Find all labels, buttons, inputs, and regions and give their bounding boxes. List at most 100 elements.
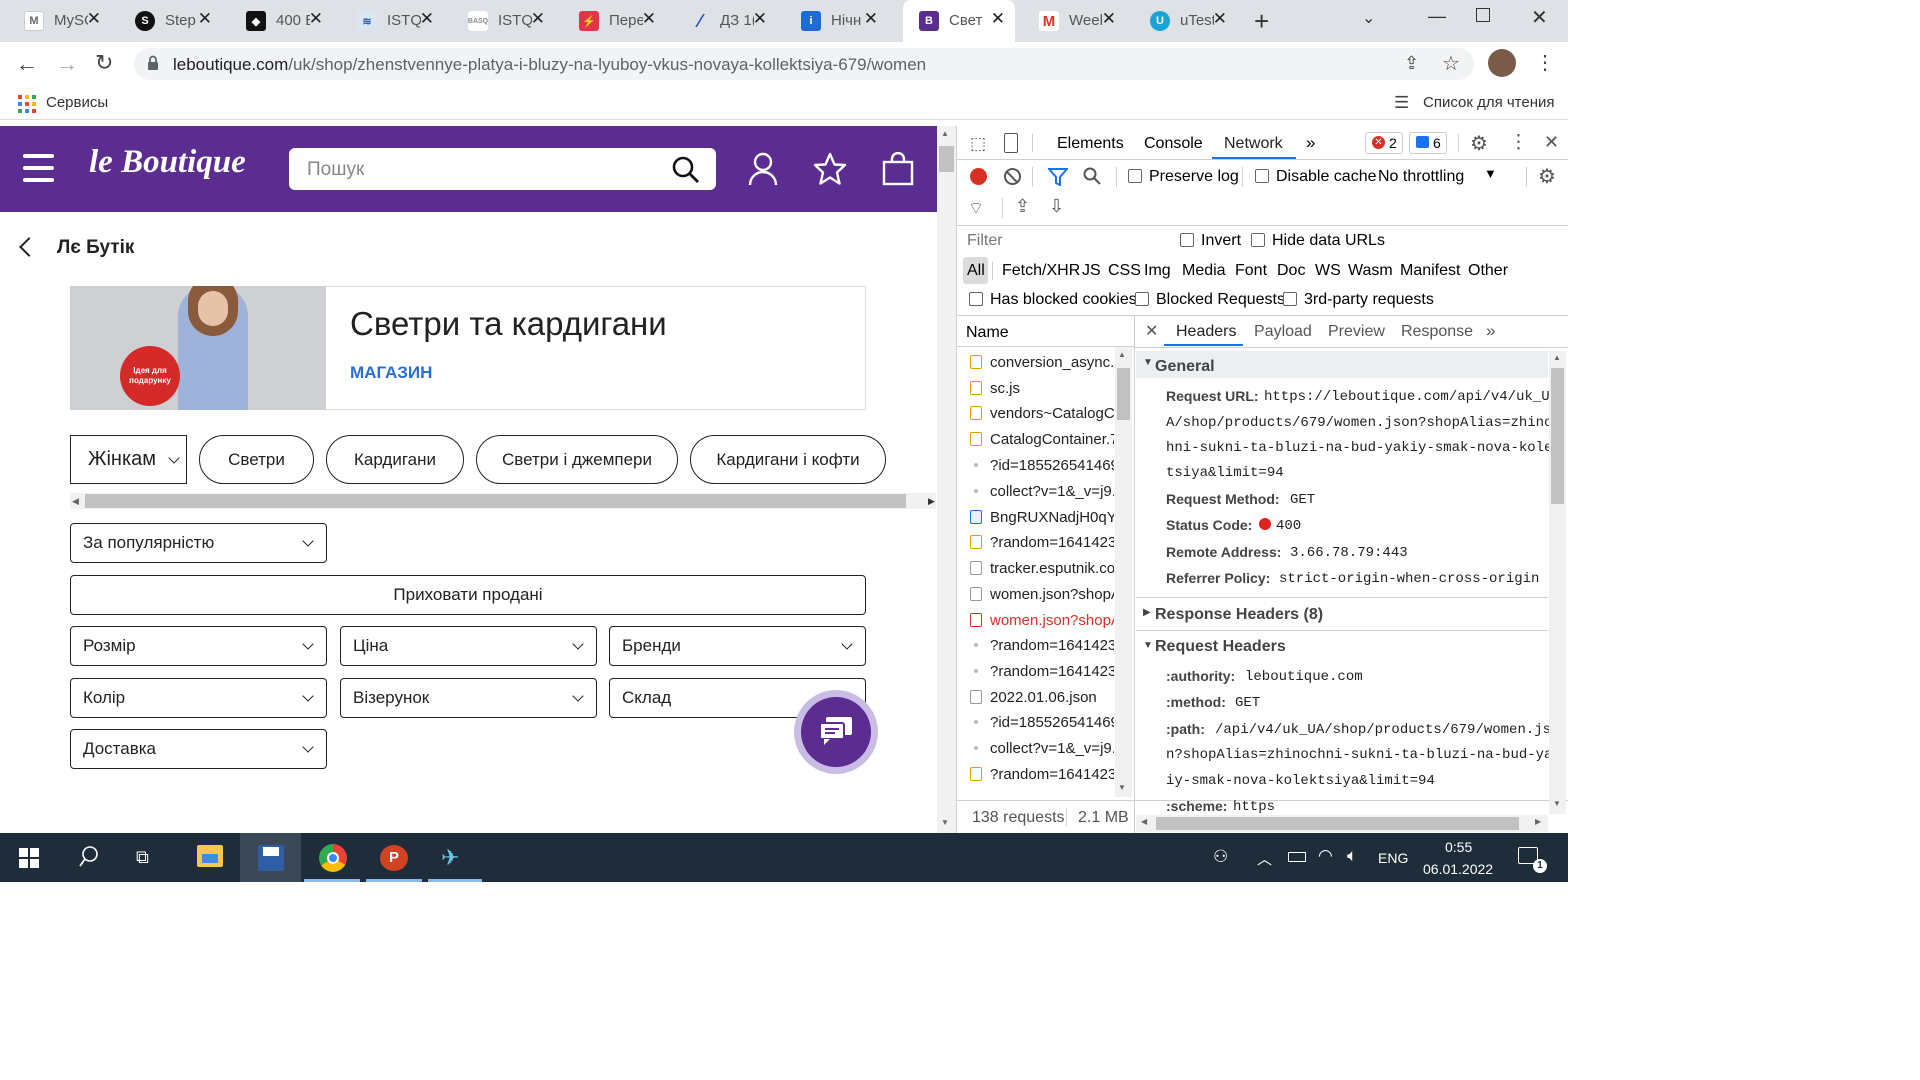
request-headers-section[interactable]: Request Headers [1155, 638, 1286, 656]
share-icon[interactable]: ⇪ [1404, 53, 1419, 74]
scroll-up-icon[interactable]: ▲ [1553, 353, 1561, 362]
reload-icon[interactable]: ↻ [95, 50, 113, 76]
export-har-icon[interactable]: ⇩ [1049, 196, 1064, 217]
close-icon[interactable]: ✕ [198, 9, 212, 29]
search-network-icon[interactable] [1083, 167, 1101, 190]
request-row[interactable]: collect?v=1&_v=j9. [990, 483, 1114, 500]
filter-color[interactable]: Колір [70, 678, 327, 718]
scroll-up-icon[interactable]: ▲ [1118, 350, 1126, 359]
scroll-right-icon[interactable]: ▶ [928, 496, 935, 507]
inspect-element-icon[interactable]: ⬚ [970, 134, 986, 154]
type-filter-doc[interactable]: Doc [1277, 262, 1305, 280]
device-toolbar-icon[interactable] [1004, 133, 1018, 153]
type-filter-font[interactable]: Font [1235, 262, 1267, 280]
close-icon[interactable]: ✕ [642, 9, 656, 29]
site-logo[interactable]: le Boutique [89, 144, 246, 181]
back-icon[interactable]: ← [16, 51, 38, 77]
invert-checkbox[interactable] [1180, 233, 1194, 247]
browser-tab-10[interactable]: M Weel ✕ [1015, 0, 1126, 42]
close-icon[interactable]: ✕ [1213, 9, 1227, 29]
third-party-checkbox[interactable] [1283, 292, 1297, 306]
new-tab-icon[interactable]: + [1254, 6, 1269, 37]
close-devtools-icon[interactable]: ✕ [1544, 132, 1559, 153]
type-filter-css[interactable]: CSS [1108, 262, 1141, 280]
network-conditions-icon[interactable]: ⌔ [968, 198, 984, 219]
filter-brands[interactable]: Бренди [609, 626, 866, 666]
filter-pattern[interactable]: Візерунок [340, 678, 597, 718]
detail-scroll-thumb[interactable] [1551, 368, 1564, 504]
shop-link[interactable]: МАГАЗИН [350, 363, 432, 383]
browser-tab-7[interactable]: ⁄ ДЗ 1( ✕ [666, 0, 777, 42]
hide-data-urls-checkbox[interactable] [1251, 233, 1265, 247]
bookmark-star-icon[interactable]: ☆ [1442, 51, 1460, 76]
devtools-menu-icon[interactable]: ⋮ [1509, 131, 1528, 154]
tab-elements[interactable]: Elements [1057, 135, 1124, 153]
request-row[interactable]: collect?v=1&_v=j9. [990, 740, 1114, 757]
request-row[interactable]: conversion_async.js [990, 354, 1114, 371]
scroll-down-icon[interactable]: ▼ [941, 818, 949, 827]
sort-select[interactable]: За популярністю [70, 523, 327, 563]
page-scrollbar[interactable] [937, 126, 957, 833]
user-icon[interactable] [748, 152, 778, 191]
messages-badge[interactable]: 6 [1409, 132, 1447, 154]
scroll-down-icon[interactable]: ▼ [1118, 783, 1126, 792]
gender-select[interactable]: Жінкам [70, 435, 187, 484]
request-row[interactable]: sc.js [990, 380, 1114, 397]
browser-tab-1[interactable]: M MySC ✕ [0, 0, 111, 42]
volume-icon[interactable]: 🔈︎ [1347, 846, 1357, 866]
close-icon[interactable]: ✕ [309, 9, 323, 29]
avatar[interactable] [1488, 49, 1516, 77]
search-taskbar-icon[interactable] [79, 846, 99, 873]
page-scrollbar-thumb[interactable] [939, 146, 954, 172]
type-filter-media[interactable]: Media [1182, 262, 1226, 280]
save-disk-icon[interactable] [258, 845, 284, 871]
app-bird-icon[interactable]: ✈ [441, 845, 459, 871]
browser-tab-5[interactable]: BASQ ISTQ ✕ [444, 0, 555, 42]
clock-time[interactable]: 0:55 [1445, 839, 1472, 855]
request-row[interactable]: ?random=1641423 [990, 766, 1114, 783]
menu-kebab-icon[interactable]: ⋮ [1535, 50, 1555, 75]
type-filter-all[interactable]: All [967, 262, 985, 280]
reading-list-button[interactable]: Список для чтения [1423, 94, 1555, 111]
forward-icon[interactable]: → [56, 51, 78, 77]
request-row[interactable]: women.json?shopA [990, 612, 1114, 629]
hide-sold-button[interactable]: Приховати продані [70, 575, 866, 615]
close-window-icon[interactable]: ✕ [1531, 5, 1548, 30]
throttling-select[interactable]: No throttling [1378, 168, 1464, 186]
request-row[interactable]: 2022.01.06.json [990, 689, 1114, 706]
browser-tab-11[interactable]: U uTest ✕ [1126, 0, 1237, 42]
close-icon[interactable]: ✕ [531, 9, 545, 29]
chevron-down-icon[interactable]: ▼ [1484, 166, 1497, 181]
request-row[interactable]: women.json?shopA [990, 586, 1114, 603]
errors-badge[interactable]: ✕ 2 [1365, 132, 1403, 154]
request-row[interactable]: BngRUXNadjH0qYE [990, 509, 1114, 526]
tab-network[interactable]: Network [1224, 135, 1283, 153]
tab-preview[interactable]: Preview [1328, 323, 1385, 341]
close-detail-icon[interactable]: ✕ [1145, 321, 1158, 341]
hamburger-menu-icon[interactable] [23, 154, 54, 184]
close-icon[interactable]: ✕ [864, 9, 878, 29]
request-row[interactable]: ?id=185526541469 [990, 714, 1114, 731]
apps-bookmark[interactable]: Сервисы [46, 94, 108, 111]
wifi-icon[interactable]: ◠ [1318, 846, 1333, 866]
scroll-down-icon[interactable]: ▼ [1553, 799, 1561, 808]
filter-funnel-icon[interactable] [1046, 168, 1070, 191]
tab-console[interactable]: Console [1144, 135, 1203, 153]
type-filter-img[interactable]: Img [1144, 262, 1171, 280]
clear-icon[interactable] [1004, 168, 1021, 185]
favorites-star-icon[interactable] [813, 152, 847, 191]
chat-button[interactable] [801, 697, 871, 767]
has-blocked-cookies-checkbox[interactable] [969, 292, 983, 306]
settings-gear-icon[interactable]: ⚙ [1470, 131, 1488, 156]
more-tabs-icon[interactable]: » [1306, 133, 1315, 153]
type-filter-manifest[interactable]: Manifest [1400, 262, 1460, 280]
category-pill-sweaters-jumpers[interactable]: Светри і джемпери [476, 435, 678, 484]
request-row[interactable]: ?id=185526541469 [990, 457, 1114, 474]
scroll-left-icon[interactable]: ◀ [72, 496, 79, 507]
close-icon[interactable]: ✕ [991, 9, 1005, 29]
powerpoint-icon[interactable]: P [380, 845, 408, 871]
type-filter-other[interactable]: Other [1468, 262, 1508, 280]
browser-tab-3[interactable]: ◆ 400 E ✕ [222, 0, 333, 42]
blocked-requests-checkbox[interactable] [1135, 292, 1149, 306]
name-column-header[interactable]: Name [966, 324, 1009, 342]
